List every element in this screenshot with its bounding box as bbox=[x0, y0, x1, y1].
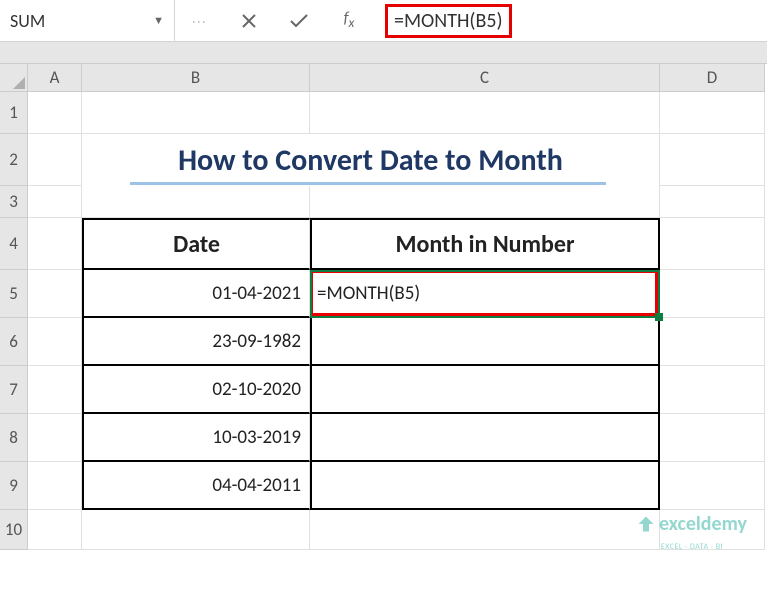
watermark-tagline: EXCEL · DATA · BI bbox=[661, 542, 723, 552]
cell-A6[interactable] bbox=[28, 318, 82, 366]
cell-C5[interactable]: =MONTH(B5) bbox=[310, 270, 660, 318]
cell-B7[interactable]: 02-10-2020 bbox=[82, 366, 310, 414]
name-box-value: SUM bbox=[10, 10, 153, 32]
watermark-logo: exceldemy bbox=[637, 512, 747, 536]
chevron-down-icon[interactable]: ▼ bbox=[153, 14, 164, 27]
cancel-formula-button[interactable] bbox=[233, 7, 265, 35]
expand-icon[interactable]: ⋮ bbox=[183, 7, 215, 35]
row-header-7[interactable]: 7 bbox=[0, 366, 28, 414]
cell-D6[interactable] bbox=[660, 318, 765, 366]
ribbon-separator bbox=[0, 42, 767, 64]
cell-A8[interactable] bbox=[28, 414, 82, 462]
col-header-D[interactable]: D bbox=[660, 64, 765, 92]
cell-A1[interactable] bbox=[28, 92, 82, 134]
cell-D5[interactable] bbox=[660, 270, 765, 318]
check-icon bbox=[289, 13, 309, 29]
cell-D8[interactable] bbox=[660, 414, 765, 462]
formula-text: =MONTH(B5) bbox=[385, 4, 512, 38]
col-header-A[interactable]: A bbox=[28, 64, 82, 92]
row-header-3[interactable]: 3 bbox=[0, 186, 28, 218]
cell-C9[interactable] bbox=[310, 462, 660, 510]
fx-icon: fx bbox=[344, 9, 355, 31]
cell-B8[interactable]: 10-03-2019 bbox=[82, 414, 310, 462]
logo-icon bbox=[637, 515, 655, 533]
cell-B5[interactable]: 01-04-2021 bbox=[82, 270, 310, 318]
row-header-8[interactable]: 8 bbox=[0, 414, 28, 462]
name-box[interactable]: SUM ▼ bbox=[0, 0, 175, 41]
cell-D3[interactable] bbox=[660, 186, 765, 218]
select-all-button[interactable] bbox=[0, 64, 28, 92]
formula-bar-buttons: ⋮ fx bbox=[175, 0, 373, 41]
cell-B6[interactable]: 23-09-1982 bbox=[82, 318, 310, 366]
row-header-6[interactable]: 6 bbox=[0, 318, 28, 366]
cell-A4[interactable] bbox=[28, 218, 82, 270]
cell-B1[interactable] bbox=[82, 92, 310, 134]
cell-C1[interactable] bbox=[310, 92, 660, 134]
cell-B10[interactable] bbox=[82, 510, 310, 550]
cell-A10[interactable] bbox=[28, 510, 82, 550]
formula-bar: SUM ▼ ⋮ fx =MONTH(B5) bbox=[0, 0, 767, 42]
cell-A3[interactable] bbox=[28, 186, 82, 218]
cell-C10[interactable] bbox=[310, 510, 660, 550]
cell-D4[interactable] bbox=[660, 218, 765, 270]
col-header-B[interactable]: B bbox=[82, 64, 310, 92]
cell-A9[interactable] bbox=[28, 462, 82, 510]
page-title[interactable]: How to Convert Date to Month bbox=[82, 134, 660, 186]
watermark: exceldemy EXCEL · DATA · BI bbox=[637, 512, 747, 552]
insert-function-button[interactable]: fx bbox=[333, 7, 365, 35]
row-header-9[interactable]: 9 bbox=[0, 462, 28, 510]
cell-B9[interactable]: 04-04-2011 bbox=[82, 462, 310, 510]
cell-C8[interactable] bbox=[310, 414, 660, 462]
cell-D2[interactable] bbox=[660, 134, 765, 186]
cell-C3[interactable] bbox=[310, 186, 660, 218]
row-header-5[interactable]: 5 bbox=[0, 270, 28, 318]
cell-A7[interactable] bbox=[28, 366, 82, 414]
cell-C7[interactable] bbox=[310, 366, 660, 414]
watermark-brand: exceldemy bbox=[659, 512, 747, 536]
x-icon bbox=[241, 13, 257, 29]
spreadsheet-grid: 1 2 3 4 5 6 7 8 9 10 A B C D bbox=[0, 64, 767, 612]
table-header-date[interactable]: Date bbox=[82, 218, 310, 270]
cell-D7[interactable] bbox=[660, 366, 765, 414]
confirm-formula-button[interactable] bbox=[283, 7, 315, 35]
cell-D9[interactable] bbox=[660, 462, 765, 510]
row-header-2[interactable]: 2 bbox=[0, 134, 28, 186]
table-header-month[interactable]: Month in Number bbox=[310, 218, 660, 270]
cell-C6[interactable] bbox=[310, 318, 660, 366]
cell-A5[interactable] bbox=[28, 270, 82, 318]
column-headers: A B C D bbox=[28, 64, 767, 92]
active-cell-formula: =MONTH(B5) bbox=[317, 282, 420, 305]
cell-D1[interactable] bbox=[660, 92, 765, 134]
row-header-4[interactable]: 4 bbox=[0, 218, 28, 270]
row-header-10[interactable]: 10 bbox=[0, 510, 28, 550]
col-header-C[interactable]: C bbox=[310, 64, 660, 92]
formula-input[interactable]: =MONTH(B5) bbox=[373, 0, 767, 41]
cell-A2[interactable] bbox=[28, 134, 82, 186]
cells-container: How to Convert Date to Month Date Month … bbox=[28, 92, 767, 550]
cell-B3[interactable] bbox=[82, 186, 310, 218]
row-header-1[interactable]: 1 bbox=[0, 92, 28, 134]
row-headers: 1 2 3 4 5 6 7 8 9 10 bbox=[0, 92, 28, 550]
